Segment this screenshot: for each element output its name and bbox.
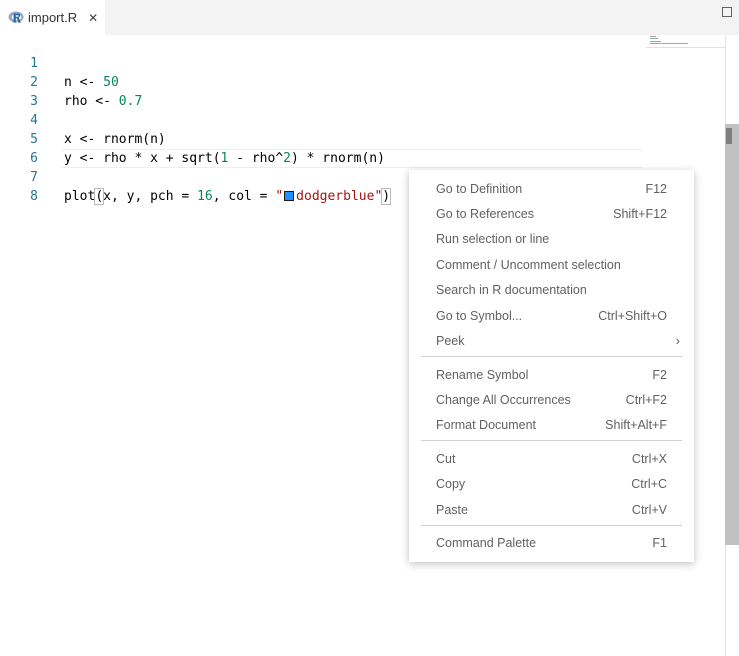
menu-item-copy[interactable]: Copy Ctrl+C	[409, 471, 694, 496]
code-line[interactable]: 5 y <- rho * x + sqrt(1 - rho^2) * rnorm…	[0, 111, 31, 130]
code-line[interactable]: 8	[0, 168, 31, 187]
menu-separator	[421, 440, 682, 441]
chevron-right-icon: ›	[676, 333, 680, 348]
code-line[interactable]: 3	[0, 73, 31, 92]
minimap-slider[interactable]	[646, 47, 725, 48]
menu-item-cut[interactable]: Cut Ctrl+X	[409, 446, 694, 471]
code-line[interactable]: 4 x <- rnorm(n)	[0, 92, 31, 111]
menu-item-command-palette[interactable]: Command Palette F1	[409, 530, 694, 555]
r-language-icon	[8, 10, 24, 26]
menu-item-comment-uncomment[interactable]: Comment / Uncomment selection	[409, 252, 694, 277]
tab-import-r[interactable]: import.R ✕	[0, 0, 105, 35]
color-swatch[interactable]	[284, 191, 294, 201]
line-number: 8	[0, 187, 38, 206]
tab-label: import.R	[28, 10, 77, 25]
minimap[interactable]	[646, 35, 725, 51]
context-menu: Go to Definition F12 Go to References Sh…	[409, 170, 694, 562]
menu-item-search-r-docs[interactable]: Search in R documentation	[409, 277, 694, 302]
code-line[interactable]: 1 n <- 50	[0, 35, 31, 54]
code-text[interactable]: y <- rho * x + sqrt(1 - rho^2) * rnorm(n…	[64, 149, 385, 168]
menu-item-peek[interactable]: Peek ›	[409, 328, 694, 353]
editor-tab-bar: import.R ✕	[0, 0, 739, 35]
code-line[interactable]: 2 rho <- 0.7	[0, 54, 31, 73]
menu-item-format-document[interactable]: Format Document Shift+Alt+F	[409, 412, 694, 437]
code-text[interactable]: rho <- 0.7	[64, 92, 142, 111]
code-text[interactable]: plot(x, y, pch = 16, col = "dodgerblue")	[64, 187, 390, 206]
bracket-match-close: )	[382, 189, 390, 204]
menu-separator	[421, 356, 682, 357]
menu-item-go-to-definition[interactable]: Go to Definition F12	[409, 176, 694, 201]
scrollbar-cursor-marker	[726, 128, 732, 144]
menu-item-change-all-occurrences[interactable]: Change All Occurrences Ctrl+F2	[409, 387, 694, 412]
scrollbar-thumb[interactable]	[725, 124, 739, 545]
code-text[interactable]: x <- rnorm(n)	[64, 130, 166, 149]
menu-item-rename-symbol[interactable]: Rename Symbol F2	[409, 362, 694, 387]
maximize-icon[interactable]	[722, 7, 732, 17]
menu-item-run-selection[interactable]: Run selection or line	[409, 226, 694, 251]
code-line[interactable]: 7 plot(x, y, pch = 16, col = "dodgerblue…	[0, 149, 31, 168]
close-icon[interactable]: ✕	[88, 11, 98, 25]
menu-item-paste[interactable]: Paste Ctrl+V	[409, 497, 694, 522]
bracket-match-open: (	[95, 189, 103, 204]
code-text[interactable]: n <- 50	[64, 73, 119, 92]
menu-separator	[421, 525, 682, 526]
menu-item-go-to-symbol[interactable]: Go to Symbol... Ctrl+Shift+O	[409, 303, 694, 328]
code-line[interactable]: 6	[0, 130, 31, 149]
menu-item-go-to-references[interactable]: Go to References Shift+F12	[409, 201, 694, 226]
